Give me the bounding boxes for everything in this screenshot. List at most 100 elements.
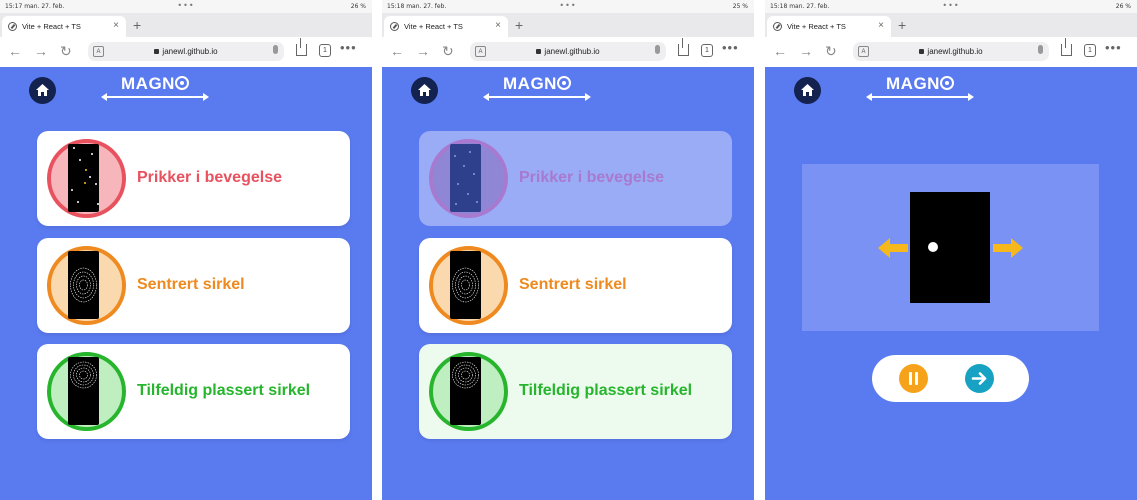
new-tab-button[interactable]: +	[515, 17, 523, 33]
compass-icon	[8, 22, 17, 31]
share-icon[interactable]	[296, 38, 307, 56]
back-icon[interactable]: ←	[8, 43, 22, 59]
exercise-card-moving-dots[interactable]: Prikker i bevegelse	[419, 131, 732, 226]
multitask-dots[interactable]: •••	[559, 1, 576, 10]
address-bar: ← → ↻ A janewl.github.io 1 •••	[382, 37, 754, 67]
tabs-count-button[interactable]: 1	[701, 44, 713, 57]
compass-icon	[390, 22, 399, 31]
arrow-left-icon	[878, 238, 908, 258]
logo-text: MAGN	[503, 74, 557, 93]
exercise-card-moving-dots[interactable]: Prikker i bevegelse	[37, 131, 350, 226]
status-time: 15:18 man. 27. feb.	[387, 3, 447, 10]
browser-chrome: 15:18 man. 27. feb. ••• 26 % Vite + Reac…	[765, 0, 1137, 67]
home-button[interactable]	[794, 77, 821, 104]
screen-menu-1: 15:17 man. 27. feb. ••• 26 % Vite + Reac…	[0, 0, 372, 500]
tab-close-button[interactable]: ×	[113, 20, 119, 31]
more-icon[interactable]: •••	[1105, 40, 1122, 55]
exercise-label: Sentrert sirkel	[519, 276, 627, 293]
battery-status: 26 %	[1115, 3, 1131, 10]
exercise-card-centered-circle[interactable]: Sentrert sirkel	[37, 238, 350, 333]
url-text: janewl.github.io	[162, 47, 218, 56]
pause-button[interactable]	[899, 364, 928, 393]
reload-icon[interactable]: ↻	[442, 43, 454, 60]
lock-icon	[154, 49, 160, 54]
logo-text: MAGN	[886, 74, 940, 93]
app-logo: MAGN	[483, 74, 591, 101]
battery-status: 25 %	[732, 3, 748, 10]
url-text: janewl.github.io	[544, 47, 600, 56]
exercise-card-centered-circle[interactable]: Sentrert sirkel	[419, 238, 732, 333]
tab-title: Vite + React + TS	[22, 22, 81, 31]
centered-circle-thumbnail	[450, 251, 481, 319]
exercise-card-random-circle[interactable]: Tilfeldig plassert sirkel	[419, 344, 732, 439]
status-bar: 15:18 man. 27. feb. ••• 26 %	[765, 0, 1137, 13]
exercise-stage	[802, 164, 1099, 331]
tab-close-button[interactable]: ×	[878, 20, 884, 31]
pause-icon	[909, 372, 918, 385]
multitask-dots[interactable]: •••	[942, 1, 959, 10]
exercise-card-random-circle[interactable]: Tilfeldig plassert sirkel	[37, 344, 350, 439]
back-icon[interactable]: ←	[390, 43, 404, 59]
status-bar: 15:18 man. 27. feb. ••• 25 %	[382, 0, 754, 13]
arrow-right-icon	[971, 372, 987, 385]
home-icon	[418, 84, 431, 96]
microphone-icon[interactable]	[1038, 45, 1043, 54]
share-icon[interactable]	[678, 38, 689, 56]
forward-icon[interactable]: →	[799, 43, 813, 59]
exercise-label: Prikker i bevegelse	[519, 169, 664, 186]
browser-tab[interactable]: Vite + React + TS ×	[767, 16, 891, 37]
forward-icon[interactable]: →	[34, 43, 48, 59]
home-icon	[801, 84, 814, 96]
exercise-label: Prikker i bevegelse	[137, 169, 282, 186]
random-circle-thumbnail	[450, 357, 481, 425]
player-controls	[872, 355, 1029, 402]
reload-icon[interactable]: ↻	[60, 43, 72, 60]
app-logo: MAGN	[866, 74, 974, 101]
url-field[interactable]: A janewl.github.io	[88, 42, 284, 61]
back-icon[interactable]: ←	[773, 43, 787, 59]
status-bar: 15:17 man. 27. feb. ••• 26 %	[0, 0, 372, 13]
browser-tab[interactable]: Vite + React + TS ×	[2, 16, 126, 37]
new-tab-button[interactable]: +	[133, 17, 141, 33]
address-bar: ← → ↻ A janewl.github.io 1 •••	[765, 37, 1137, 67]
tabs-count-button[interactable]: 1	[1084, 44, 1096, 57]
tab-title: Vite + React + TS	[787, 22, 846, 31]
browser-chrome: 15:18 man. 27. feb. ••• 25 % Vite + Reac…	[382, 0, 754, 67]
url-field[interactable]: A janewl.github.io	[853, 42, 1049, 61]
home-button[interactable]	[29, 77, 56, 104]
forward-icon[interactable]: →	[416, 43, 430, 59]
more-icon[interactable]: •••	[722, 40, 739, 55]
exercise-label: Tilfeldig plassert sirkel	[519, 382, 693, 399]
moving-dots-thumbnail	[68, 144, 99, 212]
home-button[interactable]	[411, 77, 438, 104]
exercise-label: Sentrert sirkel	[137, 276, 245, 293]
tab-close-button[interactable]: ×	[495, 20, 501, 31]
exercise-label: Tilfeldig plassert sirkel	[137, 382, 311, 399]
browser-tab[interactable]: Vite + React + TS ×	[384, 16, 508, 37]
random-circle-thumbnail	[68, 357, 99, 425]
eye-icon	[939, 76, 954, 90]
next-button[interactable]	[965, 364, 994, 393]
address-bar: ← → ↻ A janewl.github.io 1 •••	[0, 37, 372, 67]
screen-exercise-player: 15:18 man. 27. feb. ••• 26 % Vite + Reac…	[765, 0, 1137, 500]
microphone-icon[interactable]	[655, 45, 660, 54]
new-tab-button[interactable]: +	[898, 17, 906, 33]
url-field[interactable]: A janewl.github.io	[470, 42, 666, 61]
reload-icon[interactable]: ↻	[825, 43, 837, 60]
more-icon[interactable]: •••	[340, 40, 357, 55]
tab-title: Vite + React + TS	[404, 22, 463, 31]
logo-text: MAGN	[121, 74, 175, 93]
multitask-dots[interactable]: •••	[177, 1, 194, 10]
tabs-count-button[interactable]: 1	[319, 44, 331, 57]
moving-dots-thumbnail	[450, 144, 481, 212]
tab-bar: Vite + React + TS × +	[382, 13, 754, 37]
status-time: 15:17 man. 27. feb.	[5, 3, 65, 10]
eye-icon	[174, 76, 189, 90]
tab-bar: Vite + React + TS × +	[0, 13, 372, 37]
share-icon[interactable]	[1061, 38, 1072, 56]
compass-icon	[773, 22, 782, 31]
eye-icon	[556, 76, 571, 90]
microphone-icon[interactable]	[273, 45, 278, 54]
tab-bar: Vite + React + TS × +	[765, 13, 1137, 37]
status-time: 15:18 man. 27. feb.	[770, 3, 830, 10]
